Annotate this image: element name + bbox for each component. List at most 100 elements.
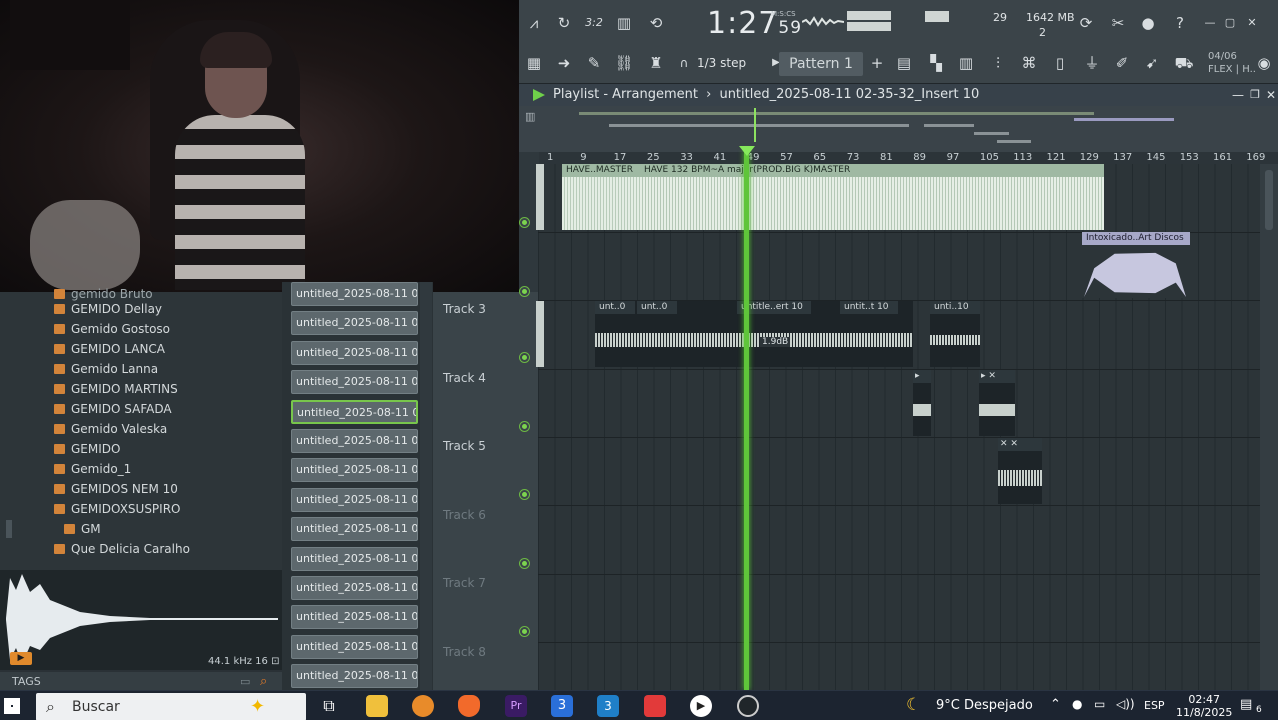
picker-clip-item[interactable]: untitled_2025-08-11 02-...	[291, 664, 418, 689]
windows-start-icon[interactable]	[4, 698, 20, 714]
taskbar-clock[interactable]: 02:47 11/8/2025	[1176, 693, 1232, 719]
audio-clip-track3-end[interactable]: unti..10	[930, 301, 980, 367]
picker-clip-item[interactable]: untitled_2025-08-11 02-...	[291, 517, 418, 542]
playlist-vertical-scrollbar[interactable]	[1260, 164, 1278, 690]
track-mute-dot[interactable]	[520, 558, 529, 568]
pattern-selector[interactable]: Pattern 1	[779, 52, 863, 76]
track-1-mute-dot[interactable]	[520, 218, 529, 227]
preview-play-icon[interactable]: ▶	[10, 652, 32, 665]
audio-clip-have-132bpm[interactable]: HAVE 132 BPM~A major(PROD.BIG K)MASTER	[640, 164, 1104, 230]
audio-clip-have-master[interactable]: HAVE..MASTER	[562, 164, 640, 230]
channel-rack-icon[interactable]: ▥	[953, 50, 979, 76]
media-player-icon[interactable]: ▶	[690, 695, 712, 717]
help-icon[interactable]: ?	[1167, 10, 1193, 36]
playhead-marker-icon[interactable]	[739, 146, 755, 156]
audio-clip-track3-group[interactable]: unt..0 unt..0 untitle..ert 10 untit..t 1…	[595, 301, 913, 367]
picker-scrollbar[interactable]	[420, 282, 432, 690]
plugin-icon[interactable]: ⏚	[1079, 50, 1105, 76]
browser-folder[interactable]: GEMIDO MARTINS	[54, 379, 178, 399]
microphone-icon[interactable]: ●	[1135, 10, 1161, 36]
close-icon[interactable]: ✕	[1239, 10, 1265, 36]
loop-record-icon[interactable]: ⟲	[643, 10, 669, 36]
tray-mic-icon[interactable]: ●	[1072, 697, 1082, 711]
browser-folder[interactable]: Gemido Lanna	[54, 359, 158, 379]
track-mute-dot[interactable]	[520, 627, 529, 636]
fl-studio-icon[interactable]	[412, 695, 434, 717]
browser-folder[interactable]: Gemido Gostoso	[54, 319, 170, 339]
taskbar-search[interactable]: ⌕ Buscar ✦	[36, 693, 306, 720]
weather-widget[interactable]: 9°C Despejado	[936, 698, 1033, 713]
notifications-icon[interactable]: ▤	[1240, 697, 1252, 712]
playhead[interactable]	[744, 150, 749, 690]
cart-icon[interactable]: ⛟	[1171, 50, 1197, 76]
countdown-icon[interactable]: 3:2	[581, 10, 607, 36]
picker-clip-item[interactable]: untitled_2025-08-11 02-...	[291, 282, 418, 306]
browser-folder[interactable]: GEMIDOS NEM 10	[54, 479, 178, 499]
audio-clip-track4-a[interactable]: ▸	[913, 370, 931, 436]
add-pattern-icon[interactable]: +	[864, 50, 890, 76]
picker-clip-item[interactable]: untitled_2025-08-11 02-...	[291, 487, 418, 512]
preview-options-icon[interactable]: ⊡	[271, 656, 279, 667]
search-icon[interactable]: ⌕	[260, 672, 267, 692]
track-name[interactable]: Track 6	[443, 508, 486, 522]
browser-folder[interactable]: GEMIDO LANCA	[54, 339, 165, 359]
send-icon[interactable]: ➹	[1139, 50, 1165, 76]
mixer-icon[interactable]: ⫶	[985, 50, 1011, 76]
brush-icon[interactable]: ✐	[1109, 50, 1135, 76]
task-view-icon[interactable]: ⧉	[318, 695, 340, 717]
browser-folder[interactable]: GEMIDO	[54, 439, 120, 459]
picker-clip-item[interactable]: untitled_2025-08-11 02-...	[291, 458, 418, 483]
app-3-icon[interactable]: 3	[551, 695, 573, 717]
magnet-icon[interactable]: ∩	[671, 50, 697, 76]
track-name[interactable]: Track 5	[443, 439, 486, 453]
audio-clip-track5[interactable]: ✕ ✕	[998, 438, 1042, 504]
stamp-icon[interactable]: ♜	[643, 50, 669, 76]
obs-icon[interactable]	[737, 695, 759, 717]
plugin-tree-icon[interactable]: ⌘	[1016, 50, 1042, 76]
browser-folder[interactable]: GEMIDO Dellay	[54, 299, 162, 319]
track-mute-dot[interactable]	[520, 353, 529, 362]
arrow-right-icon[interactable]: ➜	[551, 50, 577, 76]
browser-folder[interactable]: Gemido_1	[54, 459, 131, 479]
track-name[interactable]: Track 7	[443, 576, 486, 590]
time-ruler[interactable]: 1 9 17 25 33 41 49 57 65 73 81 89 97 105 113 121 129 137 1…	[539, 152, 1278, 164]
browser-scroll-handle[interactable]	[6, 520, 12, 538]
picker-clip-item[interactable]: untitled_2025-08-11 02-...	[291, 429, 418, 453]
playlist-icon[interactable]: ▤	[891, 50, 917, 76]
app-3b-icon[interactable]: 3	[597, 695, 619, 717]
picker-clip-item[interactable]: untitled_2025-08-11 02-...	[291, 634, 418, 659]
vscroll-thumb[interactable]	[1265, 170, 1273, 230]
piano-keys-icon[interactable]: ▦	[521, 50, 547, 76]
brave-icon[interactable]	[458, 695, 480, 717]
playlist-grid[interactable]: HAVE..MASTER HAVE 132 BPM~A major(PROD.B…	[538, 164, 1260, 690]
step-edit-icon[interactable]: ▥	[611, 10, 637, 36]
premiere-icon[interactable]: Pr	[505, 695, 527, 717]
browser-folder[interactable]: GEMIDOXSUSPIRO	[54, 499, 181, 519]
playlist-title-bar[interactable]: Playlist - Arrangement › untitled_2025-0…	[519, 84, 1278, 106]
refresh-icon[interactable]: ⟳	[1073, 10, 1099, 36]
snap-selector[interactable]: 1/3 step	[697, 56, 746, 70]
browser-file-icon[interactable]: ▯	[1047, 50, 1073, 76]
app-red-icon[interactable]	[644, 695, 666, 717]
sample-preview[interactable]: ▶	[0, 570, 282, 670]
playlist-minimize-icon[interactable]: —	[1232, 84, 1244, 106]
browser-folder[interactable]: Gemido Valeska	[54, 419, 167, 439]
audio-clip-track4-b[interactable]: ▸ ✕	[979, 370, 1015, 436]
picker-clip-item[interactable]: untitled_2025-08-11 02-...	[291, 370, 418, 395]
picker-clip-item[interactable]: untitled_2025-08-11 02-...	[291, 399, 418, 424]
playlist-restore-icon[interactable]: ❐	[1250, 84, 1260, 106]
language-indicator[interactable]: ESP	[1144, 699, 1165, 712]
piano-roll-icon[interactable]: ▚	[923, 50, 949, 76]
tray-chevron-icon[interactable]: ⌃	[1050, 697, 1061, 712]
picker-clip-item[interactable]: untitled_2025-08-11 02-...	[291, 311, 418, 336]
browser-folder[interactable]: Que Delicia Caralho	[54, 539, 190, 559]
wait-input-icon[interactable]: ↻	[551, 10, 577, 36]
picker-clip-item[interactable]: untitled_2025-08-11 02-...	[291, 340, 418, 365]
track-2-mute-dot[interactable]	[520, 287, 529, 296]
flex-knob-icon[interactable]: ◉	[1251, 50, 1277, 76]
picker-clip-item[interactable]: untitled_2025-08-11 02-...	[291, 576, 418, 600]
cut-tool-icon[interactable]: ✂	[1105, 10, 1131, 36]
picker-clip-item[interactable]: untitled_2025-08-11 02-...	[291, 546, 418, 571]
overview-toggle-icon[interactable]: ▥	[525, 110, 535, 123]
browser-folder[interactable]: GEMIDO SAFADA	[54, 399, 172, 419]
